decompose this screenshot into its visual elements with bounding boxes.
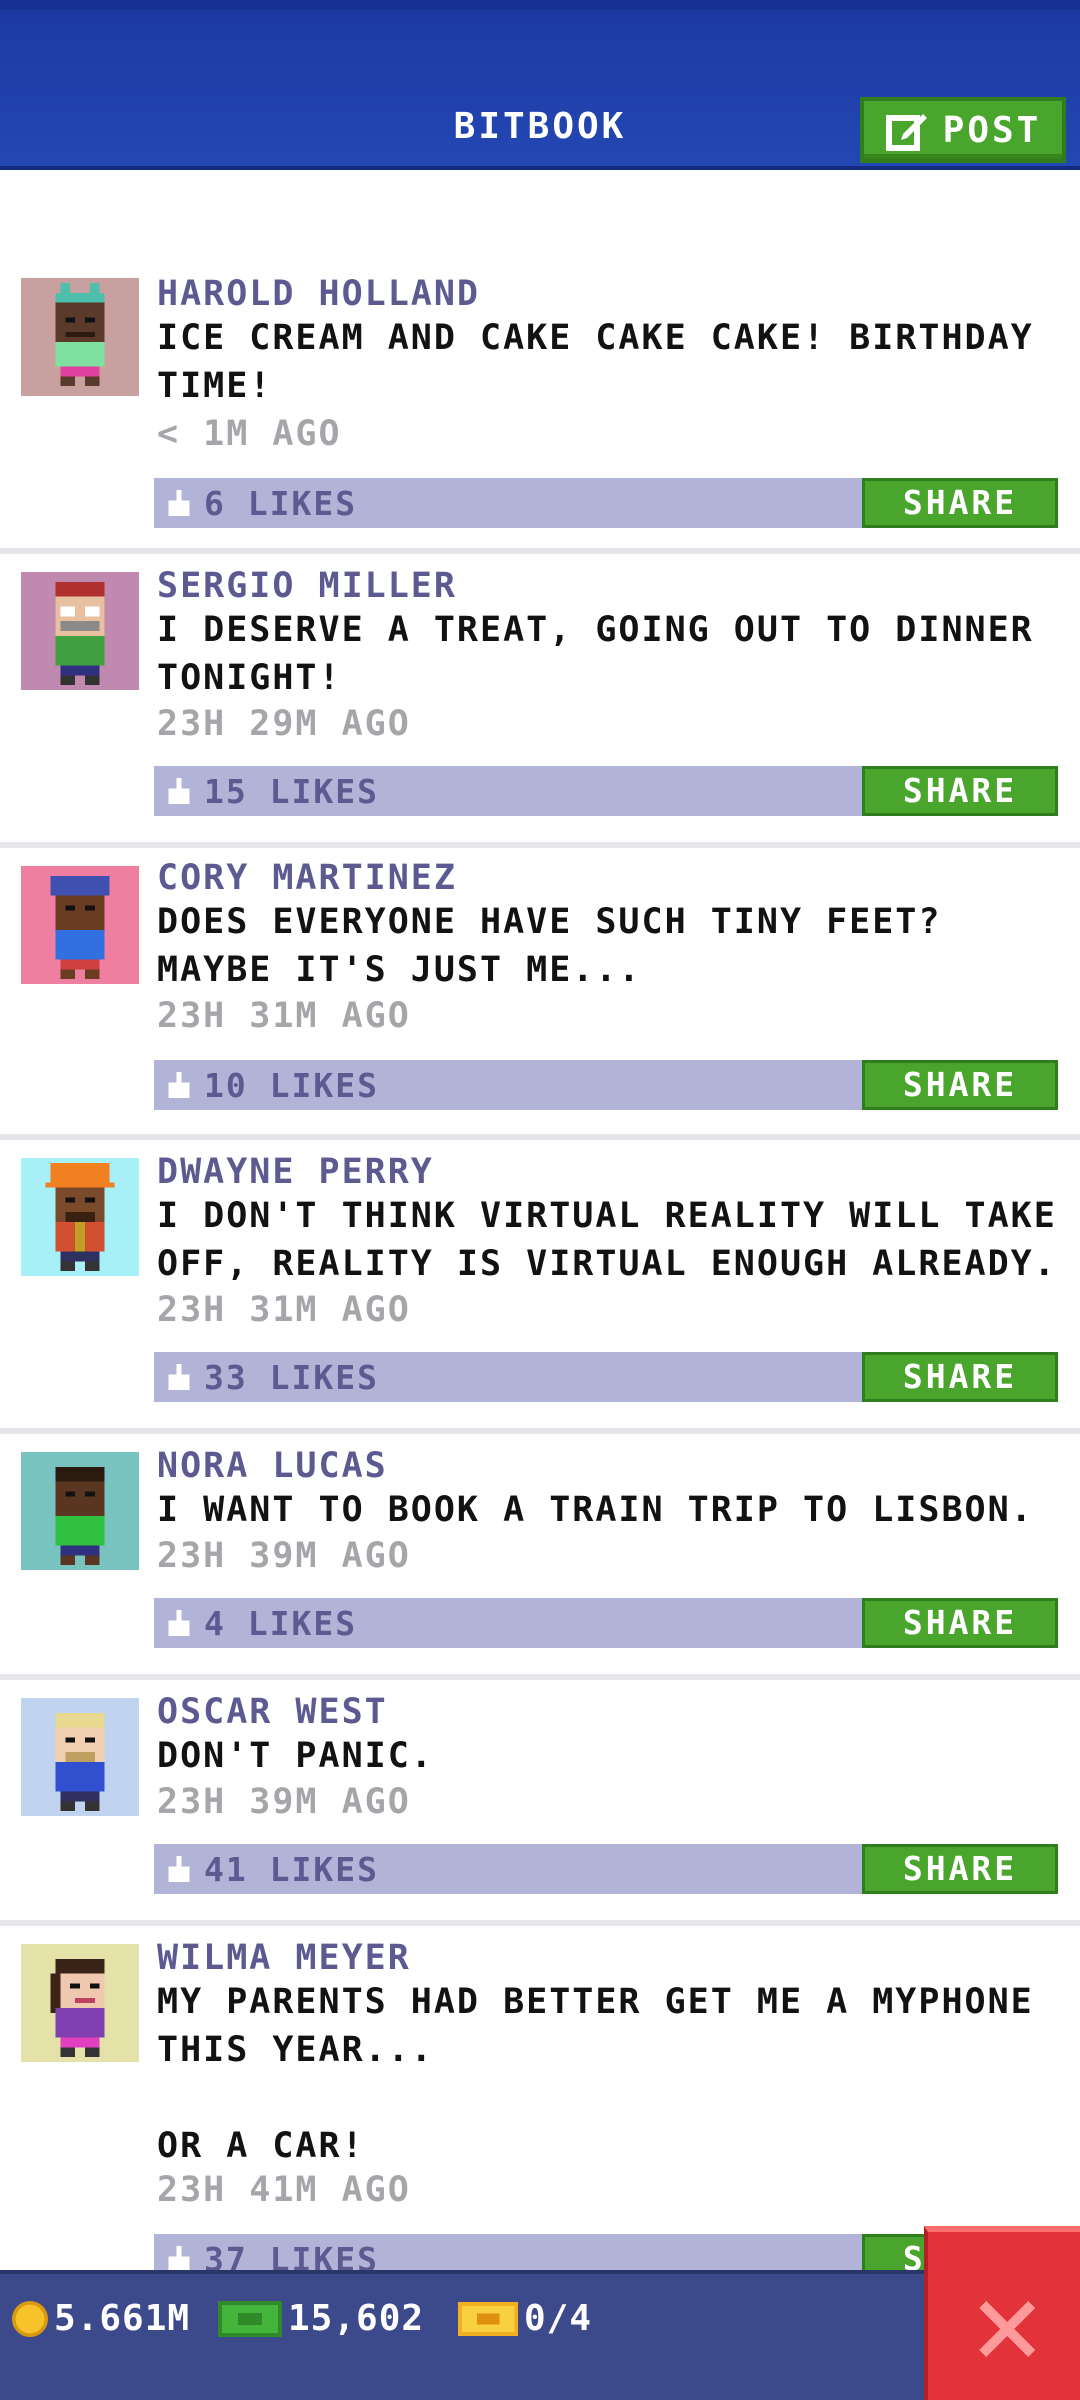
post-item: HAROLD HOLLAND ICE CREAM AND CAKE CAKE C…: [0, 274, 1080, 554]
like-bar: 15 LIKES SHARE: [154, 766, 1058, 816]
close-icon: [979, 2301, 1035, 2357]
post-item: SERGIO MILLER I DESERVE A TREAT, GOING O…: [0, 554, 1080, 848]
avatar: [21, 1452, 139, 1570]
post-time: 23H 39M AGO: [157, 1782, 411, 1822]
post-author: OSCAR WEST: [157, 1692, 388, 1732]
post-text: DOES EVERYONE HAVE SUCH TINY FEET? MAYBE…: [157, 902, 942, 990]
thumbs-up-icon: [168, 1364, 190, 1390]
edit-icon: [885, 114, 927, 151]
post-text: DON'T PANIC.: [157, 1736, 434, 1776]
post-author: HAROLD HOLLAND: [157, 274, 481, 314]
post-time: 23H 31M AGO: [157, 996, 411, 1036]
post-item: DWAYNE PERRY I DON'T THINK VIRTUAL REALI…: [0, 1140, 1080, 1434]
post-author: DWAYNE PERRY: [157, 1152, 434, 1192]
post-author: CORY MARTINEZ: [157, 858, 457, 898]
post-text: MY PARENTS HAD BETTER GET ME A MYPHONE T…: [157, 1982, 1034, 2166]
likes-count: 4 LIKES: [204, 1604, 358, 1643]
share-button[interactable]: SHARE: [862, 478, 1058, 528]
avatar: [21, 1158, 139, 1276]
post-time: 23H 39M AGO: [157, 1536, 411, 1576]
share-button[interactable]: SHARE: [862, 1844, 1058, 1894]
avatar: [21, 572, 139, 690]
like-bar: 41 LIKES SHARE: [154, 1844, 1058, 1894]
post-item: OSCAR WEST DON'T PANIC. 23H 39M AGO 41 L…: [0, 1680, 1080, 1926]
likes-count: 10 LIKES: [204, 1066, 379, 1105]
coins-value: 5.661M: [54, 2298, 191, 2339]
thumbs-up-icon: [168, 1072, 190, 1098]
like-bar: 4 LIKES SHARE: [154, 1598, 1058, 1648]
thumbs-up-icon: [168, 2246, 190, 2272]
thumbs-up-icon: [168, 490, 190, 516]
share-button[interactable]: SHARE: [862, 1598, 1058, 1648]
tickets-value: 0/4: [524, 2298, 593, 2339]
likes-count: 33 LIKES: [204, 1358, 379, 1397]
share-button[interactable]: SHARE: [862, 766, 1058, 816]
post-text: I WANT TO BOOK A TRAIN TRIP TO LISBON.: [157, 1490, 1034, 1530]
thumbs-up-icon: [168, 1856, 190, 1882]
likes-count: 6 LIKES: [204, 484, 358, 523]
post-author: SERGIO MILLER: [157, 566, 457, 606]
share-button[interactable]: SHARE: [862, 1060, 1058, 1110]
avatar: [21, 278, 139, 396]
coins-stat: 5.661M: [12, 2298, 190, 2339]
post-button-label: POST: [942, 109, 1042, 151]
post-item: NORA LUCAS I WANT TO BOOK A TRAIN TRIP T…: [0, 1434, 1080, 1680]
post-text: ICE CREAM AND CAKE CAKE CAKE! BIRTHDAY T…: [157, 318, 1034, 406]
bux-stat: 15,602: [218, 2298, 424, 2339]
like-bar: 33 LIKES SHARE: [154, 1352, 1058, 1402]
thumbs-up-icon: [168, 1610, 190, 1636]
likes-count: 15 LIKES: [204, 772, 379, 811]
thumbs-up-icon: [168, 778, 190, 804]
share-button[interactable]: SHARE: [862, 1352, 1058, 1402]
post-time: 23H 31M AGO: [157, 1290, 411, 1330]
bux-value: 15,602: [288, 2298, 425, 2339]
app-header: BITBOOK POST: [0, 0, 1080, 170]
post-text: I DESERVE A TREAT, GOING OUT TO DINNER T…: [157, 610, 1034, 698]
avatar: [21, 866, 139, 984]
like-bar: 6 LIKES SHARE: [154, 478, 1058, 528]
post-time: 23H 29M AGO: [157, 704, 411, 744]
tickets-stat: 0/4: [458, 2298, 592, 2339]
post-button[interactable]: POST: [860, 97, 1066, 163]
currency-bar: 5.661M 15,602 0/4: [0, 2270, 1080, 2400]
coin-icon: [12, 2300, 48, 2337]
post-author: WILMA MEYER: [157, 1938, 411, 1978]
post-time: < 1M AGO: [157, 414, 342, 454]
post-time: 23H 41M AGO: [157, 2170, 411, 2210]
post-item: CORY MARTINEZ DOES EVERYONE HAVE SUCH TI…: [0, 848, 1080, 1140]
like-bar: 10 LIKES SHARE: [154, 1060, 1058, 1110]
likes-count: 41 LIKES: [204, 1850, 379, 1889]
bux-icon: [218, 2300, 282, 2337]
post-text: I DON'T THINK VIRTUAL REALITY WILL TAKE …: [157, 1196, 1057, 1284]
ticket-icon: [458, 2301, 518, 2336]
avatar: [21, 1944, 139, 2062]
close-button[interactable]: [924, 2226, 1080, 2400]
avatar: [21, 1698, 139, 1816]
post-author: NORA LUCAS: [157, 1446, 388, 1486]
post-item: WILMA MEYER MY PARENTS HAD BETTER GET ME…: [0, 1926, 1080, 2326]
